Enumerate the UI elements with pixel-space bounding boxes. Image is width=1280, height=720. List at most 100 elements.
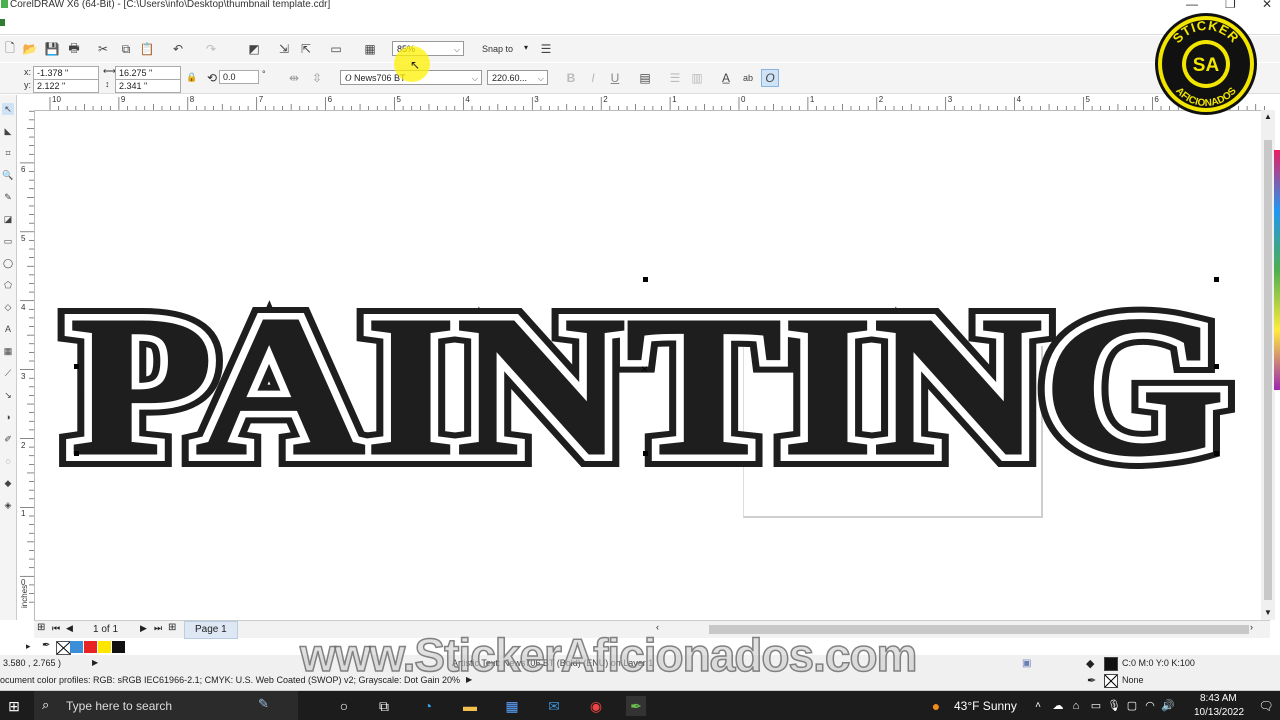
file-explorer-icon[interactable]: ▬ bbox=[460, 696, 480, 716]
edge-icon[interactable]: ◔ bbox=[418, 696, 438, 716]
previous-page-icon[interactable]: ◀ bbox=[66, 623, 73, 634]
blend-tool-icon[interactable]: ◑ bbox=[2, 411, 14, 423]
display-icon[interactable]: ▢ bbox=[1122, 696, 1142, 716]
microphone-icon[interactable]: 🎙 bbox=[1104, 696, 1124, 716]
mail-icon[interactable]: ✉ bbox=[544, 696, 564, 716]
bullet-list-icon[interactable]: ☰ bbox=[667, 70, 683, 86]
palette-arrow-icon[interactable]: ▸ bbox=[26, 641, 31, 652]
eyedropper-icon[interactable]: ✒ bbox=[42, 640, 50, 651]
palette-color-swatch[interactable] bbox=[70, 641, 83, 653]
selection-handle[interactable] bbox=[74, 364, 79, 369]
horizontal-ruler[interactable]: 1098765432101234567 bbox=[34, 95, 1270, 111]
width-field[interactable]: 16.275 " bbox=[115, 66, 181, 80]
options-icon[interactable]: ☰ bbox=[538, 41, 554, 57]
document-navigator-icon[interactable]: ⊞ bbox=[37, 622, 45, 633]
selection-handle[interactable] bbox=[74, 451, 79, 456]
open-icon[interactable]: 📂 bbox=[22, 41, 38, 57]
restore-icon[interactable]: ❐ bbox=[1225, 0, 1236, 11]
save-icon[interactable]: 💾 bbox=[44, 41, 60, 57]
font-size-combo[interactable]: 220.60... ⌵ bbox=[487, 70, 548, 85]
last-page-icon[interactable]: ⏭ bbox=[154, 623, 162, 634]
rectangle-tool-icon[interactable]: ▭ bbox=[2, 235, 14, 247]
redo-icon[interactable]: ↷ bbox=[203, 41, 219, 57]
smart-fill-icon[interactable]: ◪ bbox=[2, 213, 14, 225]
export-icon[interactable]: ⇱ bbox=[298, 41, 314, 57]
task-view-icon[interactable]: ⧉ bbox=[374, 696, 394, 716]
palette-color-swatch[interactable] bbox=[84, 641, 97, 653]
coreldraw-taskbar-icon[interactable]: ✒ bbox=[626, 696, 646, 716]
application-launcher-icon[interactable]: ▭ bbox=[328, 41, 344, 57]
cloud-icon[interactable]: ☁ bbox=[1048, 696, 1068, 716]
add-page-icon[interactable]: ⊞ bbox=[168, 622, 176, 633]
color-palette-strip[interactable] bbox=[1274, 150, 1280, 390]
clock-time[interactable]: 8:43 AM bbox=[1200, 693, 1237, 704]
lock-ratio-icon[interactable]: 🔒 bbox=[186, 72, 197, 83]
cortana-icon[interactable]: ○ bbox=[334, 696, 354, 716]
wifi-icon[interactable]: ◠ bbox=[1140, 696, 1160, 716]
clock-date[interactable]: 10/13/2022 bbox=[1194, 707, 1244, 718]
snap-to-button[interactable]: Snap to bbox=[482, 44, 513, 54]
cut-icon[interactable]: ✂ bbox=[95, 41, 111, 57]
dimension-tool-icon[interactable]: ⟋ bbox=[2, 367, 14, 379]
edit-text-icon[interactable]: ab bbox=[740, 70, 756, 86]
polygon-tool-icon[interactable]: ⬠ bbox=[2, 279, 14, 291]
eyedropper-tool-icon[interactable]: ✐ bbox=[2, 433, 14, 445]
scroll-down-icon[interactable]: ▼ bbox=[1264, 608, 1272, 617]
chevron-down-icon[interactable]: ▾ bbox=[524, 43, 528, 52]
pick-tool-icon[interactable]: ↖ bbox=[2, 103, 14, 115]
text-properties-icon[interactable]: A̲ bbox=[718, 70, 734, 86]
x-position-field[interactable]: -1.378 " bbox=[33, 66, 99, 80]
palette-color-swatch[interactable] bbox=[98, 641, 111, 653]
outline-color-swatch[interactable] bbox=[1104, 674, 1118, 688]
store-icon[interactable]: ▦ bbox=[502, 696, 522, 716]
import-icon[interactable]: ⇲ bbox=[276, 41, 292, 57]
basic-shapes-icon[interactable]: ◇ bbox=[2, 301, 14, 313]
italic-icon[interactable]: I bbox=[585, 70, 601, 86]
no-color-swatch[interactable] bbox=[56, 641, 71, 655]
opentype-features-icon[interactable]: O bbox=[761, 69, 779, 87]
scroll-up-icon[interactable]: ▲ bbox=[1264, 112, 1272, 121]
paste-icon[interactable]: 📋 bbox=[139, 41, 155, 57]
scroll-right-icon[interactable]: › bbox=[1250, 622, 1253, 632]
copy-icon[interactable]: ⧉ bbox=[118, 41, 134, 57]
selection-handle[interactable] bbox=[643, 277, 648, 282]
bold-icon[interactable]: B bbox=[563, 70, 579, 86]
crop-tool-icon[interactable]: ⌗ bbox=[2, 147, 14, 159]
text-tool-icon[interactable]: A bbox=[2, 323, 14, 335]
fill-tool-icon[interactable]: ◆ bbox=[2, 477, 14, 489]
rotation-field[interactable]: 0.0 bbox=[219, 70, 259, 84]
search-content-icon[interactable]: ◩ bbox=[246, 41, 262, 57]
weather-text[interactable]: 43°F Sunny bbox=[954, 699, 1017, 713]
close-icon[interactable]: ✕ bbox=[1262, 0, 1272, 11]
color-proof-icon[interactable]: ▣ bbox=[1022, 658, 1031, 669]
vertical-scrollbar[interactable]: ▲ ▼ bbox=[1261, 110, 1275, 620]
selection-handle[interactable] bbox=[643, 451, 648, 456]
drawing-canvas[interactable]: PAINTING PAINTING PAINTING × bbox=[35, 111, 1260, 620]
shape-tool-icon[interactable]: ◣ bbox=[2, 125, 14, 137]
selection-handle[interactable] bbox=[1214, 364, 1219, 369]
drop-cap-icon[interactable]: ▥ bbox=[689, 70, 705, 86]
mirror-horizontal-icon[interactable]: ⇹ bbox=[286, 70, 302, 86]
y-position-field[interactable]: 2.122 " bbox=[33, 79, 99, 93]
connector-tool-icon[interactable]: ↘ bbox=[2, 389, 14, 401]
vertical-ruler[interactable]: 6543210 inches bbox=[18, 110, 35, 620]
minimize-icon[interactable]: — bbox=[1186, 0, 1198, 11]
network-icon[interactable]: ⌂ bbox=[1066, 696, 1086, 716]
table-tool-icon[interactable]: ▦ bbox=[2, 345, 14, 357]
page-tab[interactable]: Page 1 bbox=[184, 621, 238, 639]
underline-icon[interactable]: U bbox=[607, 70, 623, 86]
mirror-vertical-icon[interactable]: ⇳ bbox=[309, 70, 325, 86]
windows-start-icon[interactable]: ⊞ bbox=[4, 696, 24, 716]
text-alignment-icon[interactable]: ▤ bbox=[637, 70, 653, 86]
palette-color-swatch[interactable] bbox=[112, 641, 125, 653]
tray-up-icon[interactable]: ˄ bbox=[1028, 696, 1048, 716]
ellipse-tool-icon[interactable]: ◯ bbox=[2, 257, 14, 269]
interactive-fill-icon[interactable]: ◈ bbox=[2, 499, 14, 511]
new-document-icon[interactable]: 🗋 bbox=[2, 41, 18, 57]
zoom-tool-icon[interactable]: 🔍 bbox=[2, 169, 14, 181]
first-page-icon[interactable]: ⏮ bbox=[52, 623, 60, 634]
print-icon[interactable]: 🖶 bbox=[66, 41, 82, 57]
outline-tool-icon[interactable]: ◌ bbox=[2, 455, 14, 467]
selection-handle[interactable] bbox=[1214, 277, 1219, 282]
volume-icon[interactable]: 🔊 bbox=[1158, 696, 1178, 716]
